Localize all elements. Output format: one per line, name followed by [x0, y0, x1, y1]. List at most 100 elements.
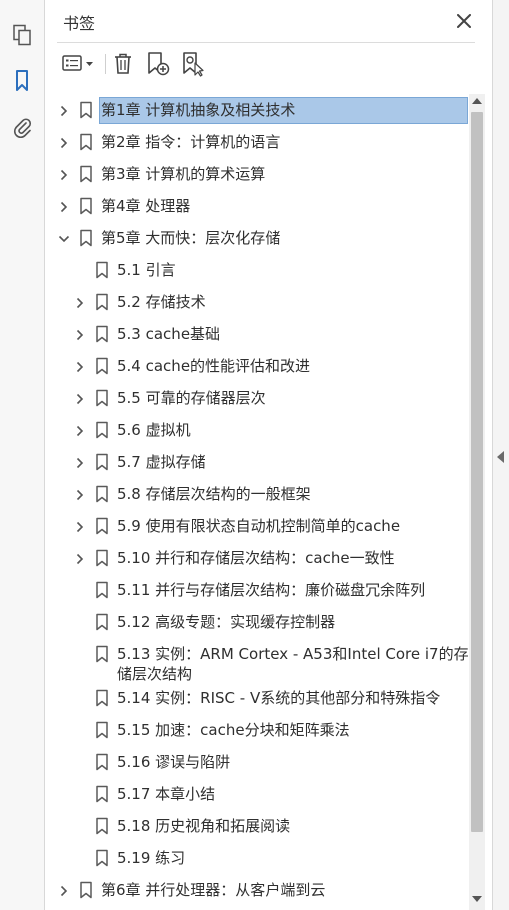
bookmark-item[interactable]: 第3章 计算机的算术运算 — [45, 158, 469, 190]
bookmark-label: 第5章 大而快：层次化存储 — [101, 229, 281, 247]
bookmark-item[interactable]: 5.1 引言 — [45, 254, 469, 286]
bookmark-item[interactable]: 5.10 并行和存储层次结构：cache一致性 — [45, 542, 469, 574]
bookmark-item[interactable]: 第4章 处理器 — [45, 190, 469, 222]
bookmark-item[interactable]: 5.14 实例：RISC - V系统的其他部分和特殊指令 — [45, 682, 469, 714]
bookmark-item[interactable]: 5.12 高级专题：实现缓存控制器 — [45, 606, 469, 638]
bookmark-item[interactable]: 5.2 存储技术 — [45, 286, 469, 318]
bookmark-icon — [95, 517, 109, 535]
bookmark-label: 5.17 本章小结 — [117, 785, 216, 803]
bookmark-item[interactable]: 5.8 存储层次结构的一般框架 — [45, 478, 469, 510]
bookmark-label: 5.18 历史视角和拓展阅读 — [117, 817, 291, 835]
delete-icon[interactable] — [110, 50, 136, 78]
bookmark-icon — [79, 165, 93, 183]
chevron-right-icon[interactable] — [58, 885, 70, 897]
bookmark-label: 5.4 cache的性能评估和改进 — [117, 357, 311, 375]
bookmark-icon — [95, 581, 109, 599]
bookmark-icon — [95, 261, 109, 279]
bookmark-icon — [79, 101, 93, 119]
bookmark-label: 5.6 虚拟机 — [117, 421, 191, 439]
chevron-right-icon[interactable] — [58, 137, 70, 149]
toolbar-separator — [105, 54, 106, 74]
bookmark-item[interactable]: 5.9 使用有限状态自动机控制简单的cache — [45, 510, 469, 542]
bookmark-item[interactable]: 5.4 cache的性能评估和改进 — [45, 350, 469, 382]
bookmark-item[interactable]: 第1章 计算机抽象及相关技术 — [45, 94, 469, 126]
bookmark-icon — [95, 613, 109, 631]
bookmark-icon — [95, 645, 109, 663]
bookmark-item[interactable]: 5.5 可靠的存储器层次 — [45, 382, 469, 414]
bookmark-icon — [79, 133, 93, 151]
scrollbar-thumb[interactable] — [471, 112, 483, 832]
bookmark-icon — [95, 753, 109, 771]
bookmark-label: 第6章 并行处理器：从客户端到云 — [101, 881, 326, 899]
chevron-right-icon[interactable] — [58, 201, 70, 213]
bookmark-item[interactable]: 第6章 并行处理器：从客户端到云 — [45, 874, 469, 906]
bookmark-label: 5.2 存储技术 — [117, 293, 206, 311]
bookmark-icon — [95, 785, 109, 803]
bookmark-label: 5.3 cache基础 — [117, 325, 221, 343]
bookmark-label: 第4章 处理器 — [101, 197, 191, 215]
bookmark-icon — [95, 549, 109, 567]
chevron-right-icon[interactable] — [74, 521, 86, 533]
bookmark-label: 5.13 实例：ARM Cortex - A53和Intel Core i7的存… — [117, 645, 469, 683]
new-bookmark-icon[interactable] — [144, 50, 172, 78]
collapse-panel-icon[interactable] — [497, 451, 504, 463]
bookmark-label: 第3章 计算机的算术运算 — [101, 165, 266, 183]
bookmark-icon[interactable] — [9, 68, 35, 94]
bookmark-icon — [79, 229, 93, 247]
tree-scrollbar[interactable] — [469, 94, 485, 910]
bookmark-item[interactable]: 5.15 加速：cache分块和矩阵乘法 — [45, 714, 469, 746]
bookmark-item[interactable]: 5.3 cache基础 — [45, 318, 469, 350]
bookmark-icon — [95, 421, 109, 439]
bookmark-label: 5.1 引言 — [117, 261, 176, 279]
bookmark-item[interactable]: 第5章 大而快：层次化存储 — [45, 222, 469, 254]
bookmark-icon — [95, 721, 109, 739]
scroll-down-icon[interactable] — [472, 896, 482, 902]
bookmarks-panel: 书签 第1章 计算机抽象及相关技术 第2章 指令：计算机的语言 第3章 计算机的… — [45, 0, 492, 910]
chevron-right-icon[interactable] — [74, 329, 86, 341]
bookmark-item[interactable]: 5.6 虚拟机 — [45, 414, 469, 446]
bookmark-label: 5.10 并行和存储层次结构：cache一致性 — [117, 549, 395, 567]
bookmark-label: 5.8 存储层次结构的一般框架 — [117, 485, 311, 503]
bookmark-label: 5.5 可靠的存储器层次 — [117, 389, 266, 407]
chevron-right-icon[interactable] — [74, 425, 86, 437]
pages-icon[interactable] — [9, 22, 35, 48]
options-menu-button[interactable] — [59, 50, 97, 78]
bookmark-icon — [79, 197, 93, 215]
bookmark-icon — [95, 485, 109, 503]
panel-collapse-strip[interactable] — [492, 0, 509, 910]
navigation-rail — [0, 0, 45, 910]
bookmark-item[interactable]: 5.17 本章小结 — [45, 778, 469, 810]
scroll-up-icon[interactable] — [472, 98, 482, 104]
options-menu-icon — [62, 55, 82, 71]
bookmark-item[interactable]: 5.19 练习 — [45, 842, 469, 874]
bookmark-item[interactable]: 5.13 实例：ARM Cortex - A53和Intel Core i7的存… — [45, 638, 469, 683]
close-icon[interactable] — [455, 12, 473, 30]
chevron-right-icon[interactable] — [74, 361, 86, 373]
bookmark-icon — [95, 849, 109, 867]
bookmark-item[interactable]: 5.18 历史视角和拓展阅读 — [45, 810, 469, 842]
chevron-right-icon[interactable] — [74, 297, 86, 309]
bookmark-icon — [95, 325, 109, 343]
bookmark-item[interactable]: 5.16 谬误与陷阱 — [45, 746, 469, 778]
new-bookmark-from-structure-icon[interactable] — [179, 50, 207, 78]
bookmark-icon — [95, 817, 109, 835]
bookmark-label: 5.19 练习 — [117, 849, 186, 867]
bookmark-icon — [79, 881, 93, 899]
chevron-right-icon[interactable] — [74, 489, 86, 501]
chevron-right-icon[interactable] — [58, 169, 70, 181]
bookmark-icon — [95, 293, 109, 311]
bookmark-item[interactable]: 5.7 虚拟存储 — [45, 446, 469, 478]
bookmark-label: 5.9 使用有限状态自动机控制简单的cache — [117, 517, 401, 535]
bookmark-item[interactable]: 第2章 指令：计算机的语言 — [45, 126, 469, 158]
toolbar-divider-line — [57, 42, 475, 43]
bookmark-icon — [95, 389, 109, 407]
chevron-right-icon[interactable] — [74, 393, 86, 405]
chevron-right-icon[interactable] — [74, 457, 86, 469]
attachment-icon[interactable] — [9, 114, 35, 140]
bookmark-label: 5.12 高级专题：实现缓存控制器 — [117, 613, 336, 631]
chevron-right-icon[interactable] — [58, 105, 70, 117]
chevron-right-icon[interactable] — [74, 553, 86, 565]
bookmark-label: 5.15 加速：cache分块和矩阵乘法 — [117, 721, 350, 739]
bookmark-item[interactable]: 5.11 并行与存储层次结构：廉价磁盘冗余阵列 — [45, 574, 469, 606]
chevron-down-icon[interactable] — [58, 233, 70, 245]
